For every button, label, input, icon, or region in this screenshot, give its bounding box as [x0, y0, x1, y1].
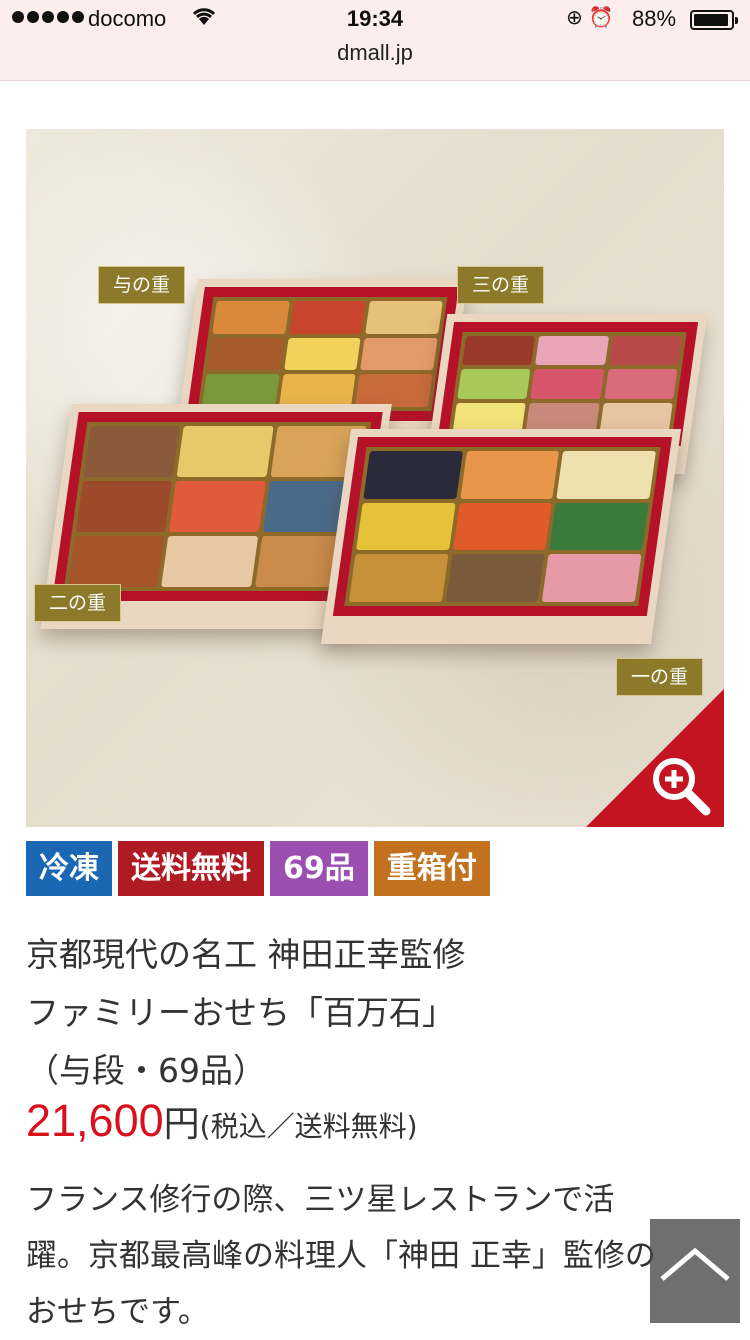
status-bar: docomo 19:34 ⊕⏰ 88% [0, 0, 750, 40]
price-amount: 21,600 [26, 1095, 164, 1146]
badge-free-shipping: 送料無料 [118, 841, 264, 896]
badge-box-included: 重箱付 [373, 841, 490, 896]
tier-label-sannoju: 三の重 [457, 266, 545, 304]
rotation-lock-icon: ⊕ [566, 5, 589, 29]
battery-icon [690, 10, 738, 30]
product-image[interactable]: 与の重 三の重 二の重 一の重 [26, 129, 724, 827]
zoom-in-icon[interactable] [648, 753, 714, 819]
url-bar[interactable]: dmall.jp [0, 40, 750, 66]
price-currency: 円 [163, 1104, 200, 1145]
browser-top-bar: docomo 19:34 ⊕⏰ 88% dmall.jp [0, 0, 750, 81]
product-badges: 冷凍 送料無料 69品 重箱付 [26, 841, 490, 896]
tier-label-ninoju: 二の重 [34, 584, 122, 622]
product-title-line: 京都現代の名工 神田正幸監修 [26, 935, 466, 974]
badge-frozen: 冷凍 [26, 841, 112, 896]
product-title: 京都現代の名工 神田正幸監修 ファミリーおせち「百万石」 （与段・69品） [26, 926, 726, 1100]
alarm-icon: ⏰ [588, 5, 620, 29]
description-line: おせちです。 [26, 1294, 209, 1330]
battery-percent: 88% [632, 6, 677, 31]
tier-label-yonoju: 与の重 [98, 266, 186, 304]
chevron-up-icon [660, 1247, 730, 1281]
price-tax-note: (税込／送料無料) [199, 1110, 418, 1143]
badge-item-count: 69品 [270, 841, 368, 896]
osechi-box-ichinoju [320, 429, 682, 644]
description-line: 躍。京都最高峰の料理人「神田 正幸」監修の [26, 1238, 656, 1274]
back-to-top-button[interactable] [650, 1219, 740, 1323]
product-title-line: （与段・69品） [26, 1051, 266, 1090]
description-line: フランス修行の際、三ツ星レストランで活 [26, 1182, 615, 1218]
price-line: 21,600円(税込／送料無料) [26, 1095, 418, 1155]
product-description: フランス修行の際、三ツ星レストランで活 躍。京都最高峰の料理人「神田 正幸」監修… [26, 1172, 716, 1340]
product-title-line: ファミリーおせち「百万石」 [26, 993, 455, 1032]
